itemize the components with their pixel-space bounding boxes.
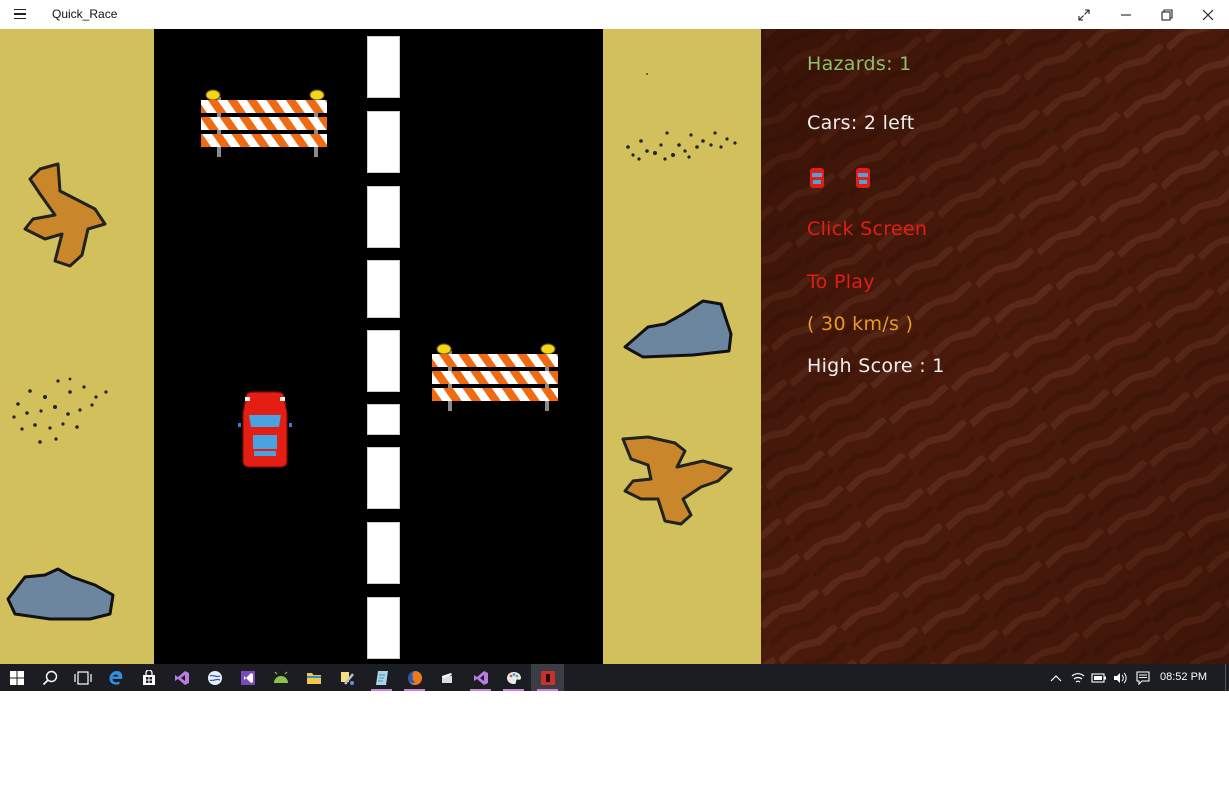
firefox-icon[interactable] — [398, 664, 431, 691]
quick-race-app-icon[interactable] — [531, 664, 564, 691]
player-car-icon[interactable] — [234, 391, 296, 469]
lane-marking — [367, 111, 400, 173]
gravel-patch-icon — [12, 377, 108, 444]
lane-marking — [367, 260, 400, 318]
restore-button[interactable] — [1146, 0, 1188, 29]
rock-icon — [623, 299, 733, 359]
lane-marking — [367, 186, 400, 248]
android-icon[interactable] — [264, 664, 297, 691]
close-icon — [1202, 9, 1214, 20]
lane-marking — [367, 522, 400, 584]
volume-icon[interactable] — [1112, 670, 1128, 686]
gravel-patch-icon — [626, 73, 737, 161]
task-view-icon[interactable] — [66, 664, 99, 691]
title-bar: Quick_Race — [0, 0, 1229, 29]
road — [154, 29, 603, 664]
chevron-up-icon[interactable] — [1048, 670, 1064, 686]
store-icon[interactable] — [132, 664, 165, 691]
cars-remaining: Cars: 2 left — [807, 112, 915, 134]
dead-tree-icon — [23, 162, 107, 268]
road-barricade-icon — [201, 89, 327, 157]
left-roadside — [0, 29, 154, 664]
visual-studio-icon[interactable] — [165, 664, 198, 691]
lane-marking — [367, 330, 400, 392]
game-canvas[interactable]: Hazards: 1 Cars: 2 left Click Screen To … — [0, 29, 1229, 664]
file-explorer-icon[interactable] — [297, 664, 330, 691]
windows-start-icon[interactable] — [0, 664, 33, 691]
wifi-icon[interactable] — [1070, 670, 1086, 686]
lane-marking — [367, 36, 400, 98]
fullscreen-button[interactable] — [1063, 0, 1105, 29]
expand-icon — [1078, 8, 1090, 21]
battery-icon[interactable] — [1091, 670, 1107, 686]
notification-icon[interactable] — [1135, 670, 1151, 686]
taskbar: 08:52 PM — [0, 664, 1229, 691]
speed-readout: ( 30 km/s ) — [807, 313, 914, 335]
high-score: High Score : 1 — [807, 355, 945, 377]
hud-panel: Hazards: 1 Cars: 2 left Click Screen To … — [761, 29, 1229, 664]
film-icon[interactable] — [431, 664, 464, 691]
lane-marking — [367, 597, 400, 659]
tools-icon[interactable] — [330, 664, 363, 691]
rock-icon — [6, 567, 115, 621]
life-car-icon — [810, 168, 824, 188]
edge-browser-icon[interactable] — [99, 664, 132, 691]
visual-studio-icon[interactable] — [231, 664, 264, 691]
window-title: Quick_Race — [52, 7, 118, 21]
minimize-icon — [1121, 13, 1131, 16]
click-screen-prompt[interactable]: Click Screen — [807, 218, 927, 240]
right-roadside — [603, 29, 761, 664]
taskbar-clock[interactable]: 08:52 PM — [1160, 671, 1207, 683]
road-barricade-icon — [432, 343, 558, 411]
lane-marking — [367, 404, 400, 435]
close-button[interactable] — [1187, 0, 1229, 29]
to-play-prompt[interactable]: To Play — [807, 271, 875, 293]
notepad-icon[interactable] — [365, 664, 398, 691]
restore-icon — [1161, 8, 1173, 21]
minimize-button[interactable] — [1105, 0, 1147, 29]
visual-studio-icon[interactable] — [464, 664, 497, 691]
dead-tree-icon — [621, 435, 733, 526]
lane-marking — [367, 447, 400, 509]
search-icon[interactable] — [33, 664, 66, 691]
hamburger-menu-icon[interactable] — [8, 4, 32, 24]
life-car-icon — [856, 168, 870, 188]
show-desktop-button[interactable] — [1225, 664, 1229, 691]
globe-app-icon[interactable] — [198, 664, 231, 691]
paint-icon[interactable] — [497, 664, 530, 691]
hazards-counter: Hazards: 1 — [807, 53, 912, 75]
